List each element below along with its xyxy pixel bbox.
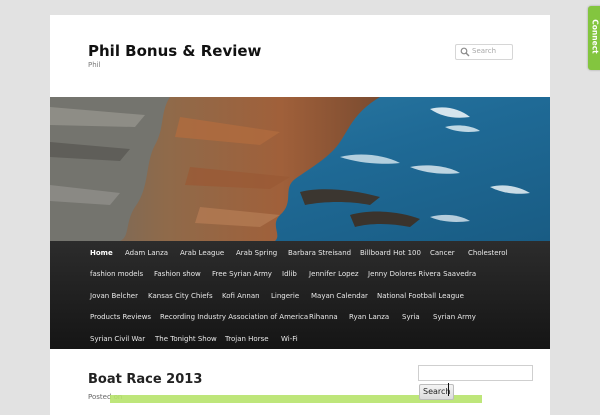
nav-item-cancer[interactable]: Cancer	[430, 249, 455, 257]
nav-item-cholesterol[interactable]: Cholesterol	[468, 249, 508, 257]
nav-item-jenny-rivera[interactable]: Jenny Dolores Rivera Saavedra	[368, 270, 476, 278]
nav-item-kansas-city-chiefs[interactable]: Kansas City Chiefs	[148, 292, 213, 300]
main-navigation: Home Adam Lanza Arab League Arab Spring …	[50, 241, 550, 349]
nav-item-tonight-show[interactable]: The Tonight Show	[155, 335, 217, 343]
nav-item-adam-lanza[interactable]: Adam Lanza	[125, 249, 168, 257]
nav-item-kofi-annan[interactable]: Kofi Annan	[222, 292, 260, 300]
search-button[interactable]: Search	[419, 384, 455, 400]
nav-item-barbara-streisand[interactable]: Barbara Streisand	[288, 249, 351, 257]
nav-item-fashion-models[interactable]: fashion models	[90, 270, 143, 278]
nav-item-arab-league[interactable]: Arab League	[180, 249, 224, 257]
connect-label: Connect	[590, 19, 600, 54]
connect-tab[interactable]: Connect	[588, 6, 600, 70]
nav-item-rihanna[interactable]: Rihanna	[309, 313, 338, 321]
nav-item-nfl[interactable]: National Football League	[377, 292, 464, 300]
nav-item-trojan-horse[interactable]: Trojan Horse	[225, 335, 269, 343]
nav-item-fashion-show[interactable]: Fashion show	[154, 270, 201, 278]
nav-item-wi-fi[interactable]: Wi-Fi	[281, 335, 298, 343]
site-description: Phil	[88, 61, 101, 69]
search-icon	[460, 47, 470, 57]
nav-item-mayan-calendar[interactable]: Mayan Calendar	[311, 292, 368, 300]
header-image[interactable]	[50, 97, 550, 241]
site-title[interactable]: Phil Bonus & Review	[88, 42, 261, 60]
nav-item-products-reviews[interactable]: Products Reviews	[90, 313, 151, 321]
nav-item-ryan-lanza[interactable]: Ryan Lanza	[349, 313, 389, 321]
sidebar-search-input[interactable]	[418, 365, 533, 381]
nav-item-syrian-civil-war[interactable]: Syrian Civil War	[90, 335, 145, 343]
nav-item-syria[interactable]: Syria	[402, 313, 420, 321]
nav-item-billboard-hot-100[interactable]: Billboard Hot 100	[360, 249, 421, 257]
nav-item-home[interactable]: Home	[90, 249, 113, 257]
nav-item-idlib[interactable]: Idlib	[282, 270, 297, 278]
nav-item-jennifer-lopez[interactable]: Jennifer Lopez	[309, 270, 359, 278]
page-container: Phil Bonus & Review Phil Search Home Ada…	[50, 15, 550, 415]
header-search-input[interactable]: Search	[455, 44, 513, 60]
nav-item-arab-spring[interactable]: Arab Spring	[236, 249, 277, 257]
post-title[interactable]: Boat Race 2013	[88, 372, 202, 387]
mouse-cursor	[448, 383, 449, 396]
nav-item-riaa[interactable]: Recording Industry Association of Americ…	[160, 313, 308, 321]
search-placeholder: Search	[472, 47, 497, 55]
nav-item-syrian-army[interactable]: Syrian Army	[433, 313, 476, 321]
nav-item-free-syrian-army[interactable]: Free Syrian Army	[212, 270, 272, 278]
nav-item-lingerie[interactable]: Lingerie	[271, 292, 299, 300]
nav-item-jovan-belcher[interactable]: Jovan Belcher	[90, 292, 138, 300]
